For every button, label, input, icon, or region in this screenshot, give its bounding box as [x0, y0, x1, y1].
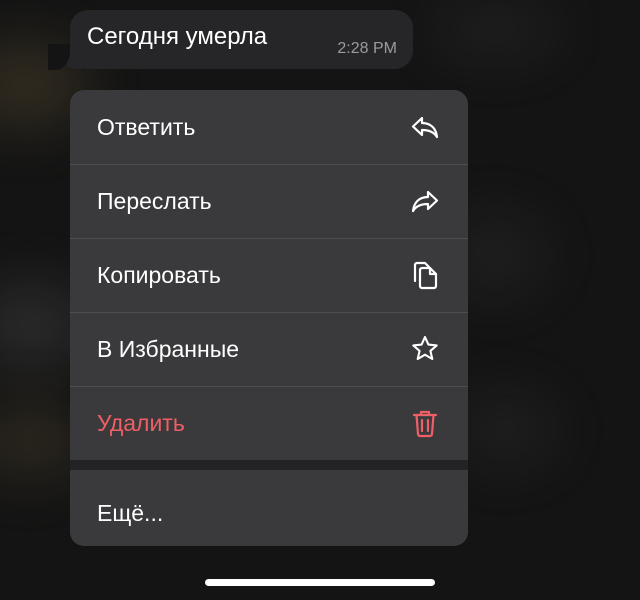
menu-item-label: В Избранные: [97, 335, 240, 362]
menu-item-label: Удалить: [97, 409, 185, 436]
reply-icon: [409, 111, 441, 143]
message-bubble[interactable]: Сегодня умерла 2:28 PM: [70, 10, 413, 69]
trash-icon: [409, 407, 441, 439]
menu-item-label: Ответить: [97, 113, 196, 140]
menu-item-copy[interactable]: Копировать: [70, 238, 468, 312]
menu-item-label: Переслать: [97, 187, 212, 214]
message-text: Сегодня умерла: [87, 23, 268, 50]
menu-item-forward[interactable]: Переслать: [70, 164, 468, 238]
menu-item-favorites[interactable]: В Избранные: [70, 312, 468, 386]
forward-icon: [409, 185, 441, 217]
home-indicator[interactable]: [205, 579, 435, 586]
menu-item-label: Копировать: [97, 261, 221, 288]
context-menu: Ответить Переслать Копировать В Избранны…: [70, 90, 468, 546]
message-timestamp: 2:28 PM: [337, 40, 397, 57]
menu-item-delete[interactable]: Удалить: [70, 386, 468, 460]
menu-item-reply[interactable]: Ответить: [70, 90, 468, 164]
menu-item-more[interactable]: Ещё...: [70, 470, 468, 546]
star-icon: [409, 333, 441, 365]
blurred-shape: [430, 0, 560, 60]
copy-icon: [409, 259, 441, 291]
menu-item-label: Ещё...: [97, 499, 164, 526]
menu-section-separator: [70, 460, 468, 470]
